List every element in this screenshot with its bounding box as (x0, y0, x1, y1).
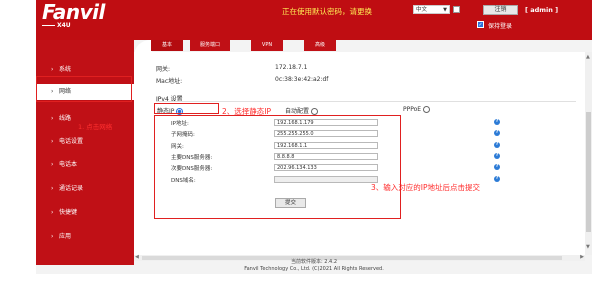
tab-service-port[interactable]: 服务端口 (190, 40, 230, 51)
chevron-right-icon: › (51, 185, 54, 192)
ip-address-input[interactable]: 192.168.1.179 (274, 119, 378, 126)
chevron-down-icon: ▼ (443, 7, 447, 13)
help-icon[interactable]: ? (494, 164, 500, 170)
secondary-dns-label: 次要DNS服务器: (171, 166, 213, 172)
language-select[interactable]: 中文 ▼ (413, 5, 450, 14)
help-icon[interactable]: ? (494, 119, 500, 125)
keep-login-label: 保持登录 (488, 23, 513, 30)
header-checkbox[interactable] (453, 6, 460, 13)
dhcp-label: 自动配置 (285, 108, 310, 115)
submit-button[interactable]: 提交 (275, 198, 306, 208)
gateway-info-value: 172.18.7.1 (275, 64, 308, 71)
chevron-right-icon: › (51, 138, 54, 145)
tab-advanced[interactable]: 高级 (304, 40, 336, 51)
pppoe-radio[interactable] (423, 106, 431, 113)
help-icon[interactable]: ? (494, 176, 500, 182)
gateway-label: 网关: (171, 144, 184, 150)
chevron-right-icon: › (51, 161, 54, 168)
static-ip-highlight-box (154, 103, 219, 114)
scroll-up-icon[interactable]: ▲ (586, 54, 590, 60)
secondary-dns-input[interactable]: 202.96.134.133 (274, 164, 378, 171)
network-highlight-box (36, 76, 132, 102)
scroll-down-icon[interactable]: ▼ (586, 244, 590, 250)
sidebar-item-label: 电话本 (59, 161, 78, 168)
help-icon[interactable]: ? (494, 153, 500, 159)
primary-dns-input[interactable]: 8.8.8.8 (274, 153, 378, 160)
sidebar-item-label: 应用 (59, 233, 72, 240)
copyright: Fanvil Technology Co., Ltd. (C)2021 All … (244, 266, 384, 272)
software-version: 当前软件版本: 2.4.2 (291, 259, 337, 265)
subnet-mask-input[interactable]: 255.255.255.0 (274, 130, 378, 137)
sidebar-item-label: 快捷键 (59, 209, 78, 216)
mac-value: 0c:38:3e:42:a2:df (275, 76, 329, 83)
brand-logo: Fanvil (42, 0, 105, 24)
model-divider (42, 25, 55, 26)
dns-domain-label: DNS域名: (171, 178, 196, 184)
dhcp-radio[interactable] (310, 108, 318, 115)
help-icon[interactable]: ? (494, 142, 500, 148)
ip-address-label: IP地址: (171, 121, 189, 127)
chevron-right-icon: › (51, 209, 54, 216)
section-divider (156, 101, 576, 102)
sidebar-item-label: 通话记录 (59, 185, 84, 192)
app-frame: Fanvil X4U 正在使用默认密码，请更换 中文 ▼ 注销 [ admin … (0, 0, 605, 283)
mac-label: Mac地址: (156, 78, 183, 85)
primary-dns-label: 主要DNS服务器: (171, 155, 213, 161)
sidebar-item-shortcuts[interactable]: › 快捷键 (36, 205, 134, 221)
sidebar-item-phonebook[interactable]: › 电话本 (36, 157, 134, 173)
chevron-right-icon: › (51, 115, 54, 122)
logout-button[interactable]: 注销 (483, 5, 518, 15)
tab-basic[interactable]: 基本 (151, 40, 183, 51)
current-user: [ admin ] (525, 6, 559, 14)
sidebar-item-call-log[interactable]: › 通话记录 (36, 181, 134, 197)
gateway-info-label: 网关: (156, 66, 171, 73)
tab-vpn[interactable]: VPN (251, 40, 283, 51)
dns-domain-input[interactable] (274, 176, 378, 183)
model-label: X4U (57, 22, 71, 29)
vertical-scrollbar[interactable]: ▲ ▼ (585, 52, 592, 255)
dhcp-option[interactable]: 自动配置 (285, 106, 318, 115)
footer: 当前软件版本: 2.4.2 Fanvil Technology Co., Ltd… (36, 259, 592, 273)
pppoe-option[interactable]: PPPoE (403, 106, 431, 113)
gateway-input[interactable]: 192.168.1.1 (274, 142, 378, 149)
sidebar-item-apps[interactable]: › 应用 (36, 229, 134, 245)
sidebar-item-label: 线路 (59, 115, 72, 122)
vertical-scroll-thumb[interactable] (586, 112, 591, 232)
sidebar-item-phone-settings[interactable]: › 电话设置 (36, 134, 134, 150)
step1-annotation: 1. 点击网络 (78, 123, 113, 131)
subnet-mask-label: 子网掩码: (171, 132, 195, 138)
keep-login-checkbox[interactable]: ✓ (477, 21, 484, 28)
top-bar: Fanvil X4U 正在使用默认密码，请更换 中文 ▼ 注销 [ admin … (36, 0, 592, 40)
language-value: 中文 (416, 7, 428, 13)
chevron-right-icon: › (51, 233, 54, 240)
default-password-warning: 正在使用默认密码，请更换 (282, 7, 372, 16)
step3-annotation: 3、输入对应的IP地址后点击提交 (371, 183, 481, 192)
help-icon[interactable]: ? (494, 130, 500, 136)
sidebar-item-label: 电话设置 (59, 138, 84, 145)
pppoe-label: PPPoE (403, 106, 422, 113)
